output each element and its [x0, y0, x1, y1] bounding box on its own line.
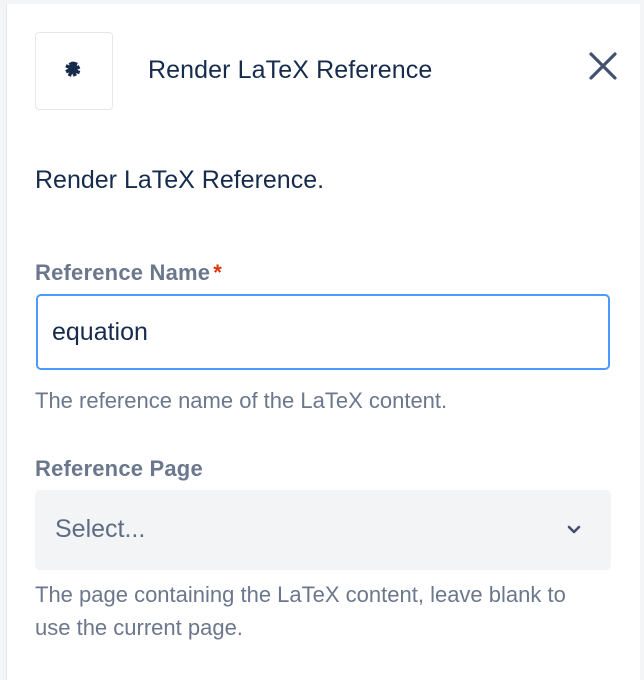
reference-page-help: The page containing the LaTeX content, l… — [35, 582, 566, 640]
close-button[interactable] — [585, 50, 621, 86]
modal-description: Render LaTeX Reference. — [35, 166, 325, 194]
chevron-down-icon[interactable] — [565, 520, 583, 538]
puzzle-icon — [64, 59, 84, 84]
app-icon-box — [35, 32, 113, 110]
modal-panel: Render LaTeX Reference Render LaTeX Refe… — [6, 4, 640, 680]
reference-page-placeholder: Select... — [55, 515, 146, 543]
required-marker: * — [213, 260, 222, 285]
modal-header: Render LaTeX Reference — [35, 32, 640, 112]
reference-name-input[interactable] — [36, 294, 610, 370]
reference-name-label: Reference Name * — [35, 260, 222, 286]
reference-page-select[interactable]: Select... — [35, 490, 611, 570]
close-icon[interactable] — [588, 51, 618, 86]
modal-title: Render LaTeX Reference — [148, 56, 433, 84]
reference-page-label: Reference Page — [35, 456, 203, 481]
reference-name-help: The reference name of the LaTeX content. — [35, 388, 448, 413]
reference-name-label-text: Reference Name — [35, 260, 211, 285]
